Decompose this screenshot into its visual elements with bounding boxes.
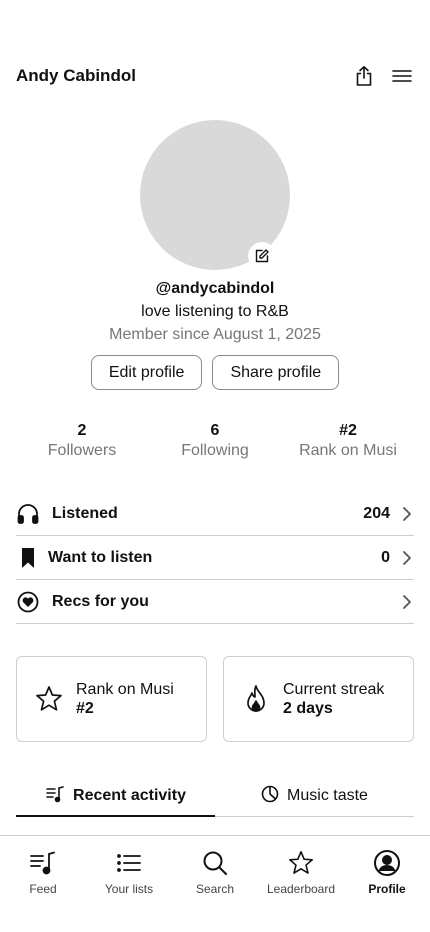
stat-cards: Rank on Musi #2 Current streak 2 days <box>16 656 414 742</box>
list-item-recs-for-you[interactable]: Recs for you <box>16 580 414 624</box>
rank-card[interactable]: Rank on Musi #2 <box>16 656 207 742</box>
nav-label: Feed <box>29 882 57 896</box>
list-item-label: Want to listen <box>48 548 153 566</box>
card-text: Current streak 2 days <box>283 680 384 718</box>
share-profile-button[interactable]: Share profile <box>212 355 340 390</box>
bio: love listening to R&B <box>141 303 289 320</box>
nav-label: Your lists <box>104 882 154 896</box>
profile-tabs: Recent activity Music taste <box>16 776 414 817</box>
chevron-right-icon <box>400 505 414 523</box>
header-actions <box>352 64 414 88</box>
tab-label: Music taste <box>287 787 368 804</box>
stat-label: Followers <box>47 442 117 459</box>
star-icon <box>34 684 64 714</box>
nav-search[interactable]: Search <box>172 836 258 932</box>
flame-icon <box>241 684 271 714</box>
list-item-label: Listened <box>52 504 118 522</box>
nav-profile[interactable]: Profile <box>344 836 430 932</box>
tab-recent-activity[interactable]: Recent activity <box>16 776 215 817</box>
edit-avatar-icon[interactable] <box>248 242 276 270</box>
chevron-right-icon <box>400 549 414 567</box>
tab-music-taste[interactable]: Music taste <box>215 776 414 816</box>
stat-label: Rank on Musi <box>299 442 397 459</box>
username: @andycabindol <box>155 280 275 297</box>
nav-label: Search <box>195 882 235 896</box>
music-list-icon <box>45 785 65 808</box>
stat-value: #2 <box>339 422 357 439</box>
list-item-listened[interactable]: Listened 204 <box>16 492 414 536</box>
list-item-count: 204 <box>363 504 390 522</box>
list-item-count: 0 <box>381 548 390 566</box>
member-since: Member since August 1, 2025 <box>109 326 321 343</box>
heart-circle-icon <box>16 590 40 614</box>
tab-label: Recent activity <box>73 787 186 804</box>
pie-chart-icon <box>261 785 279 808</box>
card-label: Rank on Musi <box>76 681 174 698</box>
feed-icon <box>29 849 57 877</box>
bookmark-icon <box>16 546 40 570</box>
stat-followers[interactable]: 2 Followers <box>16 422 148 462</box>
share-icon[interactable] <box>352 64 376 88</box>
nav-your-lists[interactable]: Your lists <box>86 836 172 932</box>
nav-leaderboard[interactable]: Leaderboard <box>258 836 344 932</box>
top-bar: Andy Cabindol <box>16 60 414 92</box>
stat-rank[interactable]: #2 Rank on Musi <box>282 422 414 462</box>
chevron-right-icon <box>400 593 414 611</box>
nav-feed[interactable]: Feed <box>0 836 86 932</box>
card-value: 2 days <box>283 700 333 717</box>
stat-value: 2 <box>77 422 87 439</box>
stat-following[interactable]: 6 Following <box>149 422 281 462</box>
headphones-icon <box>16 502 40 526</box>
library-list: Listened 204 Want to listen 0 Recs for y… <box>16 492 414 624</box>
list-item-label: Recs for you <box>52 592 149 610</box>
edit-profile-button[interactable]: Edit profile <box>90 355 203 390</box>
stat-label: Following <box>181 442 249 459</box>
star-icon <box>287 849 315 877</box>
profile-buttons: Edit profile Share profile <box>0 355 430 390</box>
avatar-container <box>140 120 290 270</box>
stats-row: 2 Followers 6 Following #2 Rank on Musi <box>16 422 414 462</box>
nav-label: Leaderboard <box>266 882 336 896</box>
card-label: Current streak <box>283 681 385 698</box>
list-icon <box>115 849 143 877</box>
list-item-want-to-listen[interactable]: Want to listen 0 <box>16 536 414 580</box>
page-title: Andy Cabindol <box>16 66 136 85</box>
card-value: #2 <box>76 700 94 717</box>
stat-value: 6 <box>210 422 220 439</box>
search-icon <box>201 849 229 877</box>
card-text: Rank on Musi #2 <box>76 680 174 718</box>
bottom-nav: Feed Your lists Search Leaderboard Profi… <box>0 835 430 932</box>
nav-label: Profile <box>368 882 406 896</box>
streak-card[interactable]: Current streak 2 days <box>223 656 414 742</box>
profile-icon <box>373 849 401 877</box>
menu-icon[interactable] <box>390 64 414 88</box>
